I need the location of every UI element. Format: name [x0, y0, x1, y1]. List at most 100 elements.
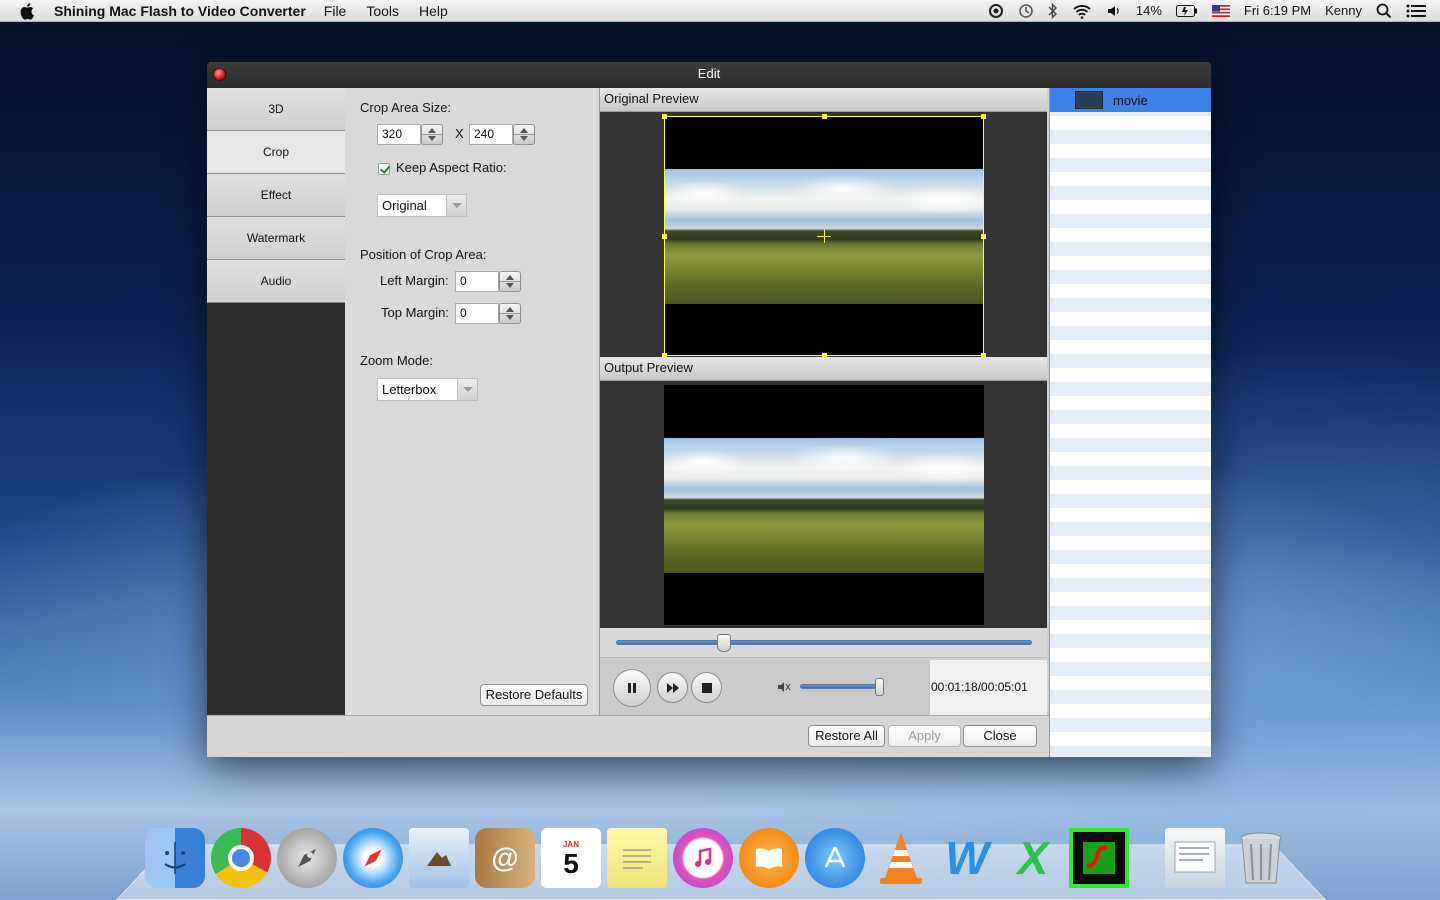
stop-icon — [701, 682, 712, 693]
crop-handle-left[interactable] — [662, 234, 667, 239]
restore-defaults-button[interactable]: Restore Defaults — [480, 684, 588, 706]
chrome-icon[interactable] — [211, 828, 271, 888]
crop-handle-top-left[interactable] — [662, 114, 667, 119]
menu-file[interactable]: File — [324, 3, 347, 19]
crop-area-size-label: Crop Area Size: — [360, 100, 452, 115]
menu-help[interactable]: Help — [419, 3, 448, 19]
top-margin-stepper[interactable] — [499, 303, 521, 324]
window-titlebar[interactable]: Edit — [207, 62, 1211, 88]
safari-icon[interactable] — [343, 828, 403, 888]
crop-position-label: Position of Crop Area: — [360, 247, 487, 262]
flash-video-converter-icon[interactable] — [1069, 828, 1129, 888]
aspect-ratio-select[interactable]: Original — [377, 194, 467, 217]
time-display: 00:01:18/00:05:01 — [930, 660, 1047, 715]
crop-handle-top[interactable] — [822, 114, 827, 119]
word-icon[interactable]: W — [937, 828, 997, 888]
calendar-icon[interactable]: JAN 5 — [541, 828, 601, 888]
crop-height-input[interactable]: 240 — [469, 124, 513, 145]
menu-tools[interactable]: Tools — [366, 3, 399, 19]
excel-icon[interactable]: X — [1003, 828, 1063, 888]
dialog-button-bar: Restore All Apply Close — [207, 715, 1049, 757]
crop-width-input[interactable]: 320 — [377, 124, 421, 145]
preview-area: Original Preview Output Preview 00:01:18… — [600, 88, 1049, 715]
fast-forward-icon — [666, 682, 679, 693]
window-close-icon[interactable] — [213, 68, 226, 81]
apply-button[interactable]: Apply — [888, 725, 961, 747]
app-name[interactable]: Shining Mac Flash to Video Converter — [54, 3, 306, 19]
close-button[interactable]: Close — [963, 725, 1037, 747]
apple-menu-icon[interactable] — [20, 2, 38, 20]
crop-handle-top-right[interactable] — [981, 114, 986, 119]
edit-tabs: 3D Crop Effect Watermark Audio — [207, 88, 345, 715]
volume-icon[interactable] — [1106, 3, 1122, 19]
tab-watermark[interactable]: Watermark — [207, 217, 345, 260]
launchpad-icon[interactable] — [277, 828, 337, 888]
crop-width-stepper[interactable] — [421, 124, 443, 145]
time-machine-icon[interactable] — [1018, 3, 1034, 19]
seek-thumb[interactable] — [717, 634, 732, 652]
crop-handle-right[interactable] — [981, 234, 986, 239]
edit-window: Edit 3D Crop Effect Watermark Audio Crop… — [207, 62, 1211, 757]
stop-button[interactable] — [691, 672, 722, 703]
file-list: movie — [1049, 88, 1211, 757]
top-margin-label: Top Margin: — [381, 305, 449, 320]
file-name: movie — [1113, 92, 1148, 108]
pause-icon — [628, 683, 636, 693]
tab-3d[interactable]: 3D — [207, 88, 345, 131]
user-name[interactable]: Kenny — [1325, 3, 1362, 18]
tab-crop[interactable]: Crop — [207, 131, 345, 174]
itunes-icon[interactable] — [673, 828, 733, 888]
video-frame-image — [664, 438, 984, 573]
crop-center-crosshair-icon — [824, 229, 825, 243]
app-store-icon[interactable] — [805, 828, 865, 888]
battery-icon[interactable] — [1175, 4, 1198, 17]
seek-track[interactable] — [616, 640, 1032, 645]
bluetooth-icon[interactable] — [1048, 2, 1058, 19]
keep-aspect-label: Keep Aspect Ratio: — [396, 160, 507, 175]
original-preview-header: Original Preview — [600, 88, 1047, 112]
keep-aspect-checkbox[interactable] — [378, 163, 390, 175]
chevron-down-icon — [446, 195, 466, 216]
zoom-mode-value: Letterbox — [382, 382, 437, 397]
playback-controls: 00:01:18/00:05:01 — [600, 660, 1047, 715]
ibooks-icon[interactable] — [739, 828, 799, 888]
calendar-day: 5 — [563, 847, 579, 879]
tab-audio[interactable]: Audio — [207, 260, 345, 303]
crop-height-stepper[interactable] — [513, 124, 535, 145]
speaker-icon — [777, 681, 791, 696]
trash-icon[interactable] — [1231, 828, 1291, 888]
preview-icon[interactable] — [1165, 828, 1225, 888]
wifi-icon[interactable] — [1072, 3, 1092, 19]
pause-button[interactable] — [613, 669, 651, 707]
seek-bar — [600, 628, 1047, 658]
volume-track[interactable] — [800, 684, 880, 689]
zoom-mode-select[interactable]: Letterbox — [377, 378, 478, 401]
left-margin-stepper[interactable] — [499, 271, 521, 292]
original-preview — [600, 112, 1047, 358]
vlc-icon[interactable] — [871, 828, 931, 888]
window-title: Edit — [697, 66, 721, 81]
restore-all-button[interactable]: Restore All — [808, 725, 885, 747]
movie-thumbnail-icon — [1075, 91, 1103, 109]
dock-icons: @ JAN 5 W X — [145, 818, 1305, 888]
tab-effect[interactable]: Effect — [207, 174, 345, 217]
zoom-mode-label: Zoom Mode: — [360, 353, 433, 368]
fast-forward-button[interactable] — [657, 672, 688, 703]
us-flag-icon[interactable] — [1211, 4, 1230, 17]
contacts-icon[interactable]: @ — [475, 828, 535, 888]
notification-center-icon[interactable] — [1406, 4, 1426, 18]
volume-thumb[interactable] — [875, 678, 884, 696]
spotlight-search-icon[interactable] — [1376, 3, 1392, 19]
finder-icon[interactable] — [145, 828, 205, 888]
list-item[interactable]: movie — [1050, 88, 1211, 112]
notes-icon[interactable] — [607, 828, 667, 888]
quicktime-record-icon[interactable] — [988, 3, 1004, 19]
battery-percent[interactable]: 14% — [1136, 3, 1162, 18]
left-margin-input[interactable]: 0 — [455, 271, 499, 292]
top-margin-input[interactable]: 0 — [455, 303, 499, 324]
output-preview — [600, 381, 1047, 628]
crop-settings-panel: Crop Area Size: 320 X 240 Keep Aspect Ra… — [345, 88, 600, 715]
left-margin-label: Left Margin: — [380, 273, 449, 288]
clock[interactable]: Fri 6:19 PM — [1244, 3, 1311, 18]
mail-icon[interactable] — [409, 828, 469, 888]
